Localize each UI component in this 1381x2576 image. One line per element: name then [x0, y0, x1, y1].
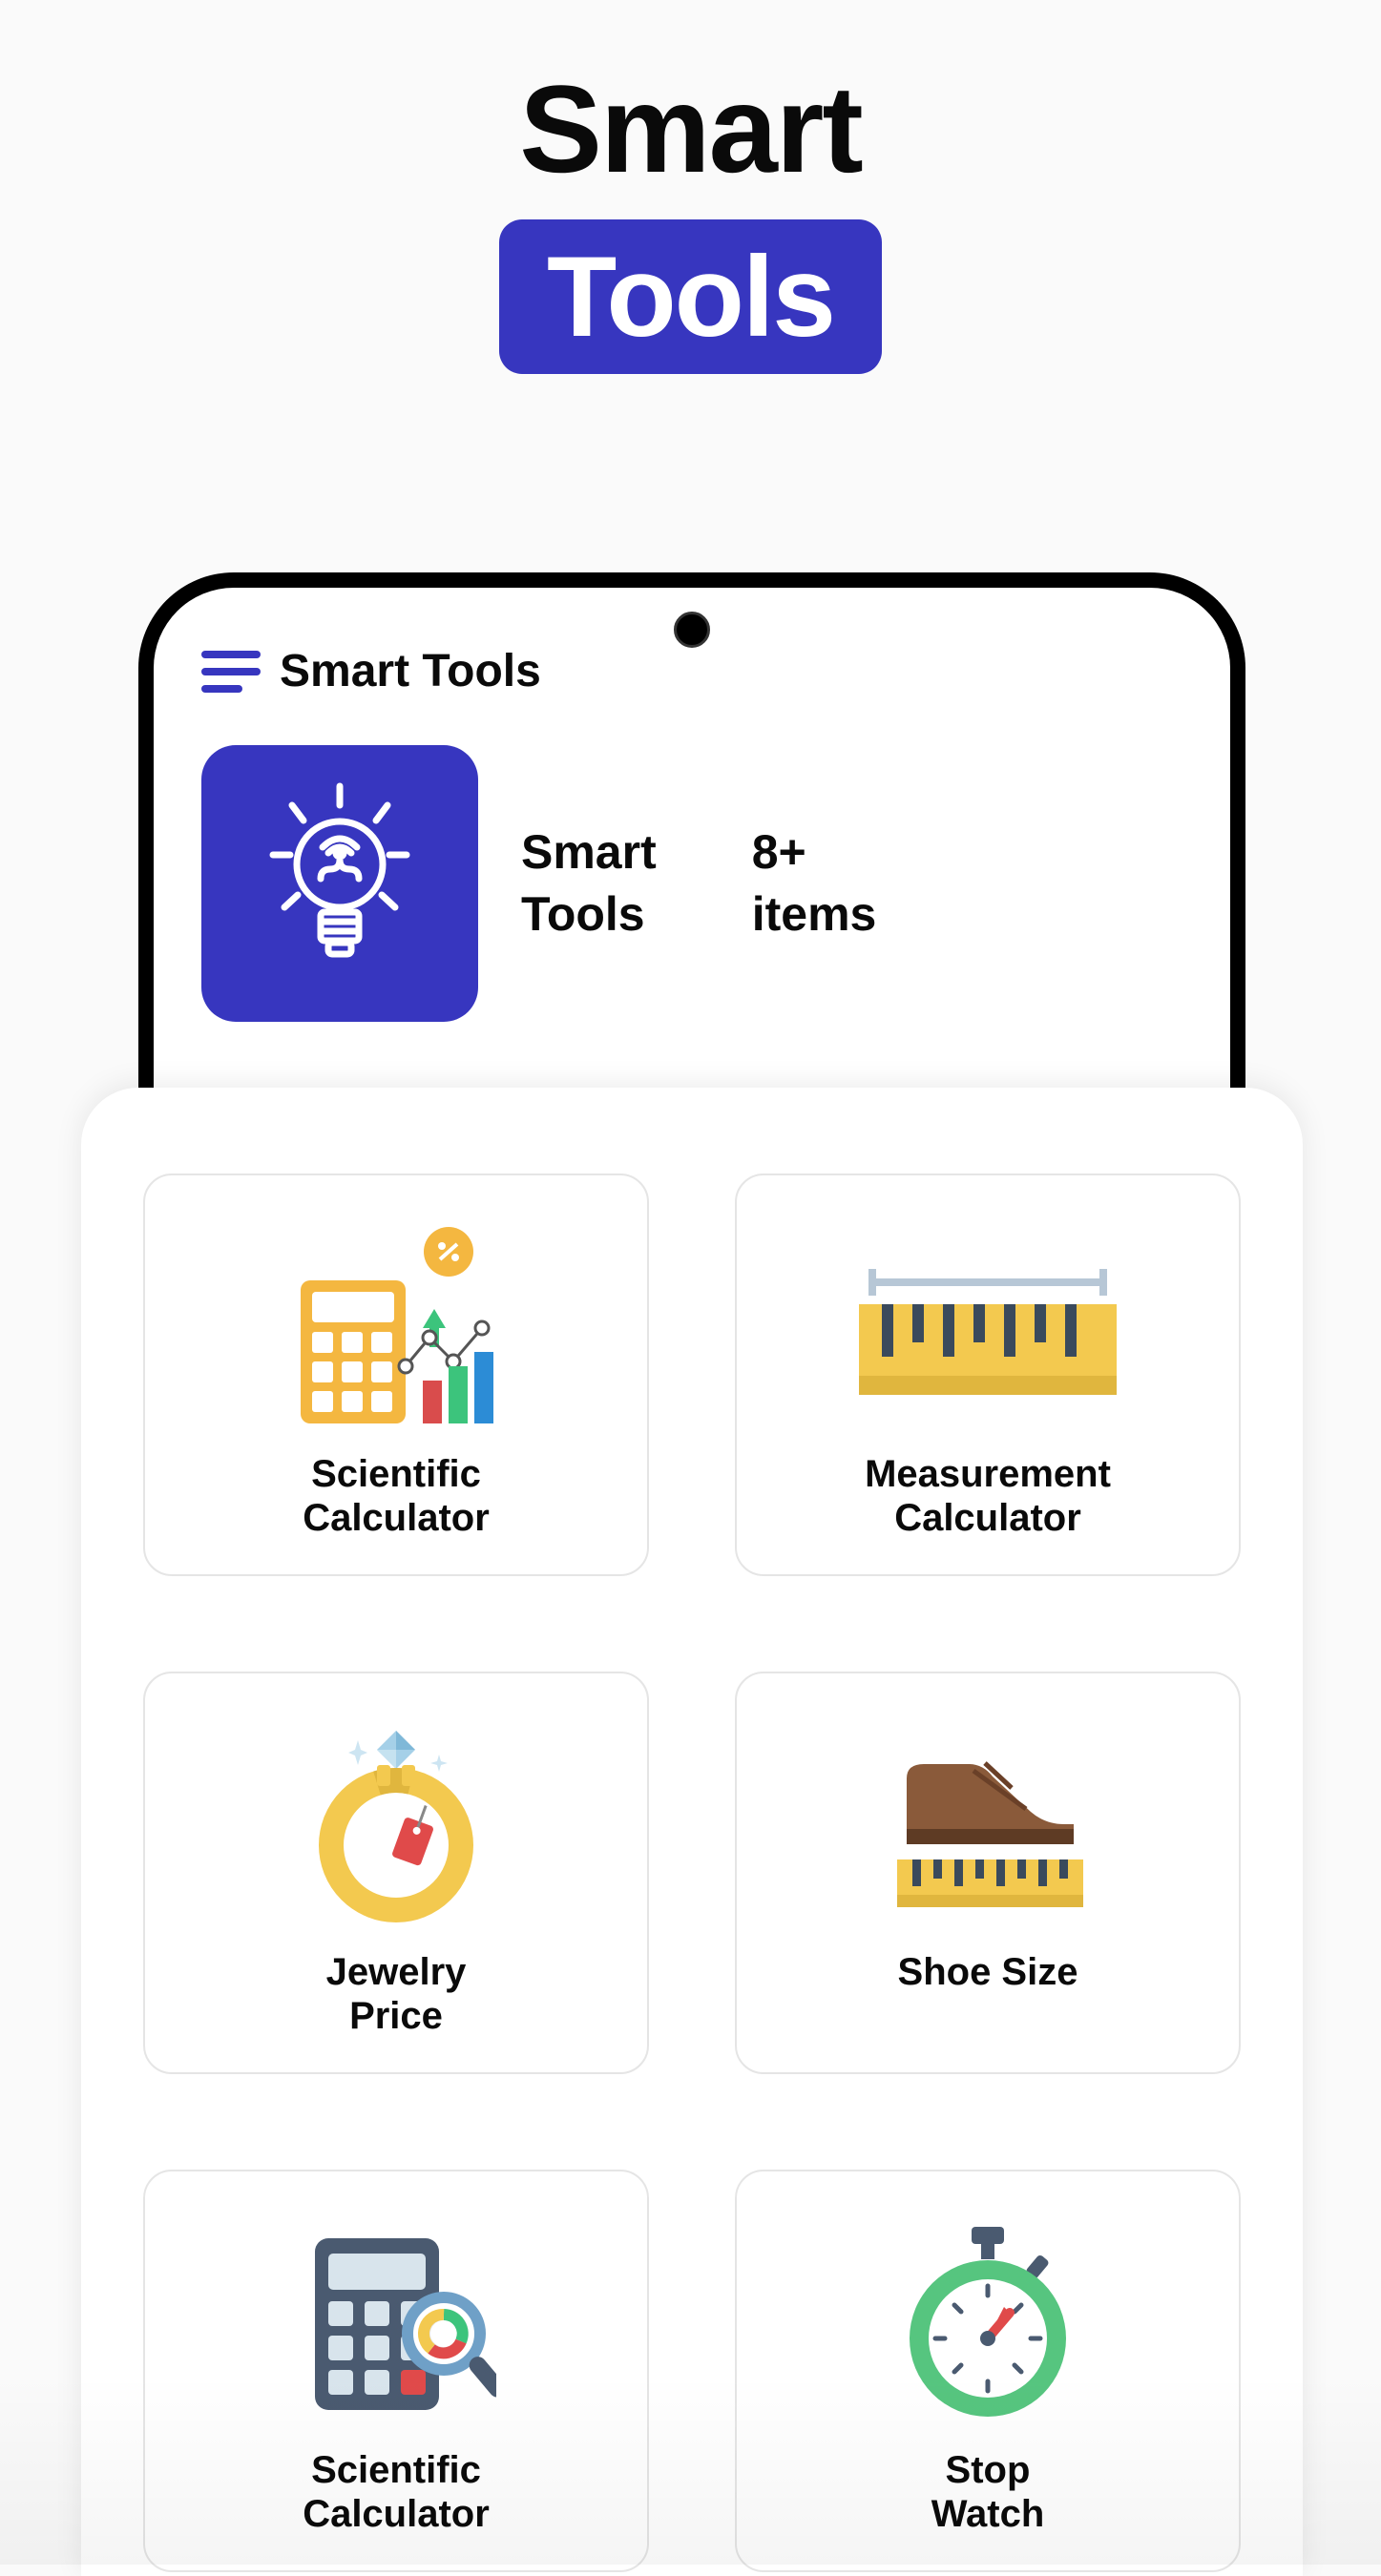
tool-label: Scientific Calculator	[303, 1452, 490, 1540]
tool-card-scientific-calculator[interactable]: Scientific Calculator	[143, 1174, 649, 1576]
scientific-calculator-icon	[282, 1214, 511, 1443]
info-label-name: Smart Tools	[521, 821, 657, 945]
tools-panel: Scientific Calculator	[81, 1088, 1303, 2576]
info-label-count: 8+ items	[752, 821, 877, 945]
tool-label: Scientific Calculator	[303, 2448, 490, 2536]
tool-card-measurement-calculator[interactable]: Measurement Calculator	[735, 1174, 1241, 1576]
tool-card-scientific-calculator-2[interactable]: Scientific Calculator	[143, 2170, 649, 2572]
tool-label: Stop Watch	[931, 2448, 1045, 2536]
info-text-group: Smart Tools 8+ items	[521, 821, 1182, 945]
page-title-line1: Smart	[0, 67, 1381, 191]
app-info-section: Smart Tools 8+ items	[154, 726, 1230, 1041]
tool-card-shoe-size[interactable]: Shoe Size	[735, 1672, 1241, 2074]
page-header: Smart Tools	[0, 0, 1381, 374]
jewelry-price-icon	[310, 1712, 482, 1941]
tool-card-stop-watch[interactable]: Stop Watch	[735, 2170, 1241, 2572]
tools-grid: Scientific Calculator	[143, 1174, 1241, 2572]
tool-label: Measurement Calculator	[865, 1452, 1111, 1540]
tool-label: Shoe Size	[898, 1950, 1078, 1994]
measurement-calculator-icon	[849, 1214, 1126, 1443]
calculator-search-icon	[296, 2210, 496, 2439]
lightbulb-icon	[254, 779, 426, 988]
tool-label: Jewelry Price	[326, 1950, 467, 2038]
page-title-line2: Tools	[499, 219, 882, 374]
menu-icon[interactable]	[201, 651, 261, 693]
stop-watch-icon	[897, 2210, 1078, 2439]
tool-card-jewelry-price[interactable]: Jewelry Price	[143, 1672, 649, 2074]
app-icon-tile	[201, 745, 478, 1022]
phone-camera-notch	[674, 612, 710, 648]
app-title: Smart Tools	[280, 645, 541, 697]
shoe-size-icon	[878, 1712, 1098, 1941]
app-header: Smart Tools	[154, 588, 1230, 726]
